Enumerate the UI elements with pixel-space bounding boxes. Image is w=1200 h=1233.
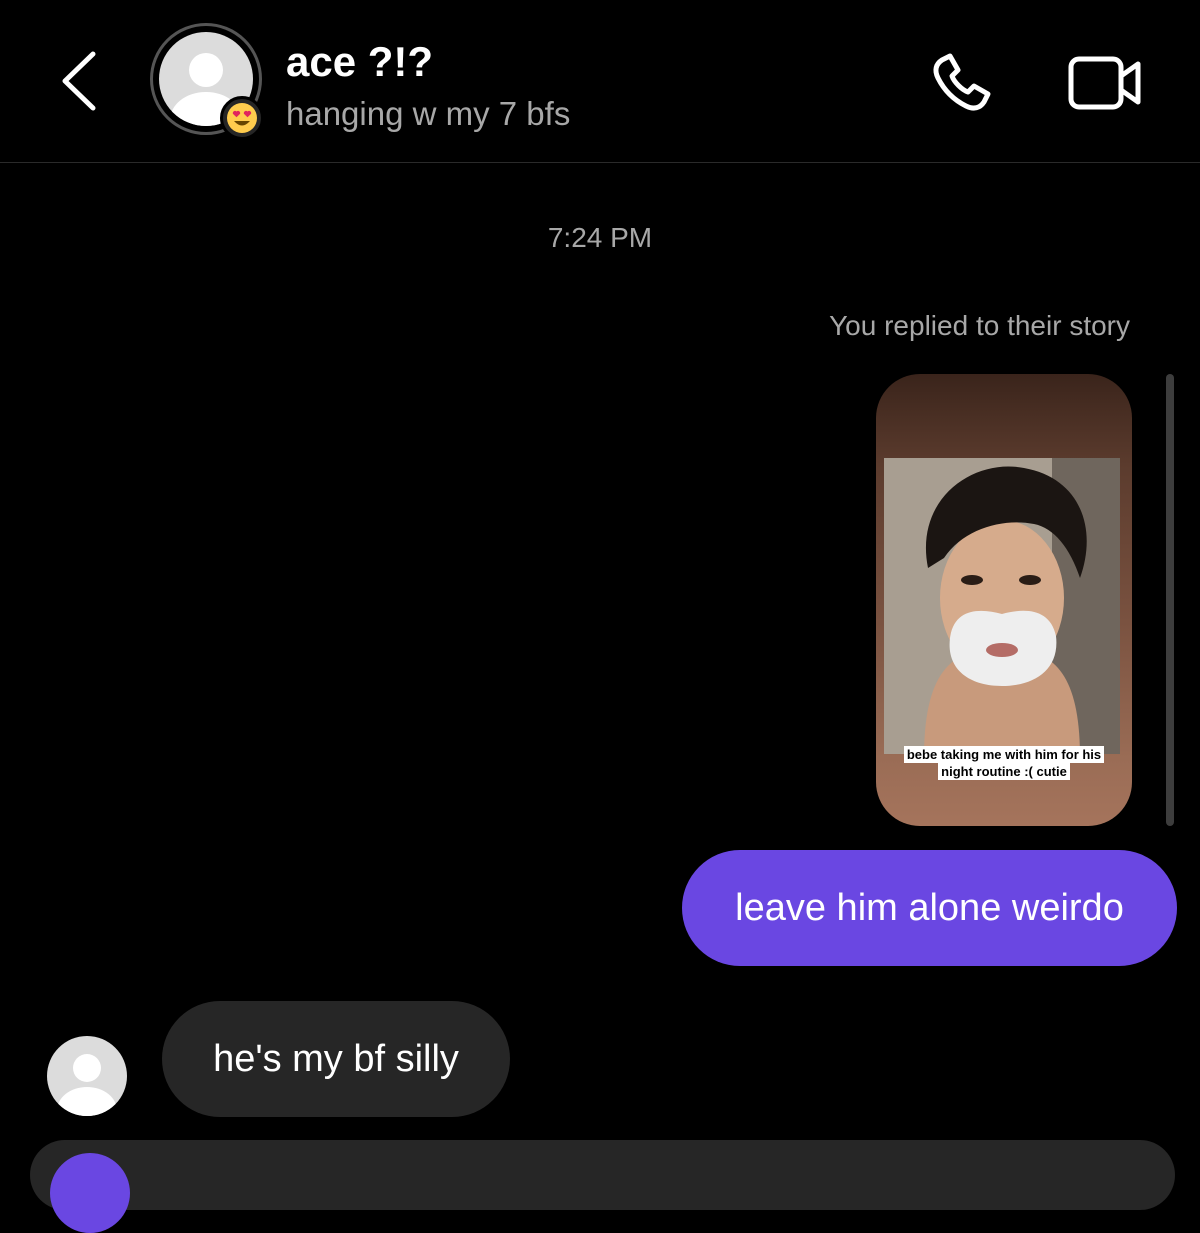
contact-name[interactable]: ace ?!? <box>286 38 433 86</box>
story-reply-note: You replied to their story <box>829 310 1130 341</box>
sender-avatar-icon[interactable] <box>47 1036 127 1116</box>
story-photo <box>884 458 1120 754</box>
phone-icon <box>933 53 991 111</box>
contact-status-note: hanging w my 7 bfs <box>286 95 571 132</box>
message-timestamp: 7:24 PM <box>547 222 653 253</box>
audio-call-button[interactable] <box>928 50 998 116</box>
back-button[interactable] <box>55 48 105 114</box>
camera-button[interactable] <box>50 1153 130 1233</box>
outgoing-message-bubble[interactable]: leave him alone weirdo <box>682 850 1177 966</box>
message-composer[interactable] <box>30 1140 1175 1210</box>
story-caption-line2: night routine :( cutie <box>938 763 1070 780</box>
story-caption: bebe taking me with him for his night ro… <box>876 746 1132 780</box>
heart-eyes-emoji-icon <box>220 96 264 140</box>
story-caption-line1: bebe taking me with him for his <box>903 746 1105 763</box>
story-reply-preview[interactable]: bebe taking me with him for his night ro… <box>876 374 1132 826</box>
video-camera-icon <box>1068 56 1141 110</box>
incoming-message-bubble[interactable]: he's my bf silly <box>162 1001 510 1117</box>
scrollbar[interactable] <box>1166 374 1174 826</box>
chevron-left-icon <box>62 51 96 111</box>
video-call-button[interactable] <box>1066 50 1144 116</box>
chat-header: ace ?!? hanging w my 7 bfs <box>0 0 1200 163</box>
